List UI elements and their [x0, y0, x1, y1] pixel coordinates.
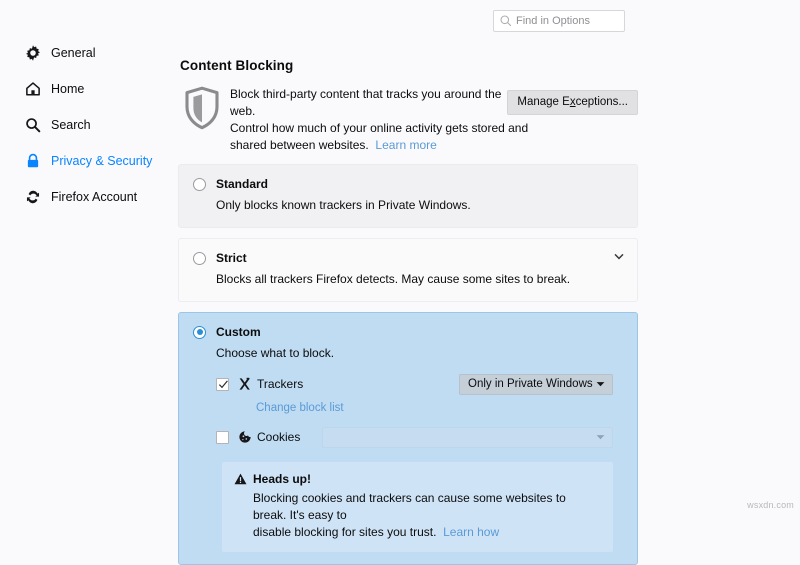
shield-icon: [185, 86, 219, 130]
content-blocking-section: Content Blocking Block third-party conte…: [178, 58, 638, 565]
sidebar-item-label: Search: [51, 118, 91, 132]
sidebar-item-label: General: [51, 46, 96, 60]
trackers-row: Trackers Only in Private Windows: [216, 373, 623, 395]
radio-strict[interactable]: [193, 251, 206, 265]
search-box[interactable]: [493, 10, 625, 32]
heads-up-line-2: disable blocking for sites you trust.: [253, 525, 437, 539]
learn-more-link[interactable]: Learn more: [375, 138, 436, 152]
strict-description: Blocks all trackers Firefox detects. May…: [216, 272, 571, 286]
cookies-checkbox[interactable]: [216, 430, 229, 444]
sidebar-item-firefox-account[interactable]: Firefox Account: [0, 186, 170, 208]
chevron-down-icon[interactable]: [614, 253, 624, 260]
trackers-select-value: Only in Private Windows: [468, 378, 593, 390]
sidebar-item-privacy-security[interactable]: Privacy & Security: [0, 150, 170, 172]
tracker-icon: [239, 377, 250, 390]
heads-up-title: Heads up!: [253, 472, 312, 486]
cookies-label: Cookies: [257, 430, 301, 444]
manage-exceptions-prefix: Manage E: [517, 96, 570, 108]
gear-icon: [25, 45, 41, 61]
description-line-1: Block third-party content that tracks yo…: [230, 87, 502, 118]
trackers-label: Trackers: [257, 377, 304, 391]
description-line-3: shared between websites.: [230, 138, 369, 152]
search-input[interactable]: [516, 15, 616, 27]
description-line-2: Control how much of your online activity…: [230, 121, 529, 135]
custom-description: Choose what to block.: [216, 346, 335, 360]
cookie-icon: [239, 431, 251, 443]
sidebar-item-search[interactable]: Search: [0, 114, 170, 136]
lock-icon: [27, 153, 39, 168]
strict-label: Strict: [216, 251, 247, 265]
option-panel-standard[interactable]: Standard Only blocks known trackers in P…: [178, 164, 638, 228]
sync-icon: [26, 190, 40, 204]
watermark: wsxdn.com: [747, 500, 794, 510]
heads-up-body: Blocking cookies and trackers can cause …: [234, 490, 601, 541]
chevron-down-icon: [596, 435, 605, 440]
option-panel-custom[interactable]: Custom Choose what to block. Trackers On…: [178, 312, 638, 565]
trackers-checkbox[interactable]: [216, 377, 229, 391]
page-title: Content Blocking: [180, 58, 294, 73]
content-blocking-description: Block third-party content that tracks yo…: [230, 85, 530, 154]
warning-icon: [234, 473, 247, 485]
radio-standard[interactable]: [193, 177, 206, 191]
learn-how-link[interactable]: Learn how: [443, 525, 499, 539]
standard-description: Only blocks known trackers in Private Wi…: [216, 198, 471, 212]
search-icon: [26, 118, 41, 133]
checkmark-icon: [218, 380, 228, 388]
standard-header: Standard: [193, 177, 623, 191]
custom-label: Custom: [216, 325, 261, 339]
sidebar-item-label: Firefox Account: [51, 190, 138, 204]
manage-exceptions-suffix: ceptions...: [575, 96, 628, 108]
standard-label: Standard: [216, 177, 269, 191]
home-icon: [26, 82, 40, 96]
custom-header: Custom: [193, 325, 623, 339]
sidebar-item-general[interactable]: General: [0, 42, 170, 64]
heads-up-title-row: Heads up!: [234, 472, 601, 486]
chevron-down-icon: [596, 382, 605, 387]
sidebar-item-home[interactable]: Home: [0, 78, 170, 100]
trackers-select[interactable]: Only in Private Windows: [459, 373, 613, 395]
strict-header: Strict: [193, 251, 623, 265]
manage-exceptions-button[interactable]: Manage Exceptions...: [507, 90, 638, 115]
cookies-row: Cookies: [216, 426, 623, 448]
heads-up-callout: Heads up! Blocking cookies and trackers …: [222, 462, 613, 552]
cookies-select[interactable]: [322, 426, 613, 448]
change-block-list-link[interactable]: Change block list: [256, 402, 344, 414]
search-icon: [500, 15, 512, 27]
radio-custom[interactable]: [193, 325, 206, 339]
heads-up-line-1: Blocking cookies and trackers can cause …: [253, 491, 566, 522]
sidebar-item-label: Home: [51, 82, 85, 96]
content-blocking-description-row: Block third-party content that tracks yo…: [178, 85, 638, 154]
sidebar: General Home Search Privacy & Security F…: [0, 42, 170, 222]
sidebar-item-label: Privacy & Security: [51, 154, 153, 168]
option-panel-strict[interactable]: Strict Blocks all trackers Firefox detec…: [178, 238, 638, 302]
